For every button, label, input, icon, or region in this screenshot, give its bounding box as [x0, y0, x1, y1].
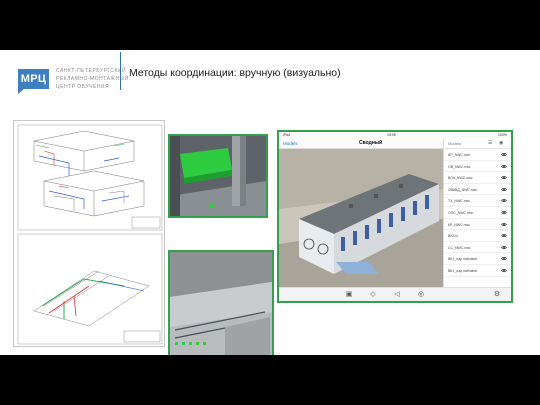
model-name: КР_NWC.nwc [448, 222, 470, 227]
pipe-rack-image [168, 250, 274, 355]
visibility-eye-icon[interactable] [501, 175, 507, 180]
logo-mark: МРЦ [18, 69, 49, 89]
logo-tail [18, 88, 25, 94]
model-row[interactable]: ВОК_NWC.nwc [444, 172, 511, 184]
model-name: ОВиВД_NWC.nwc [448, 187, 478, 192]
model-row[interactable]: ВК1_nap.nwmatob [444, 265, 511, 277]
settings-icon[interactable]: ⚙ [493, 291, 501, 299]
visibility-eye-icon[interactable] [501, 245, 507, 250]
models-panel: Models ☰ ◉ АР_NWC.nwc ОВ_NWC.nwc ВОК_NWC.n… [443, 138, 511, 287]
visibility-eye-icon[interactable] [501, 233, 507, 238]
model-name: АР_NWC.nwc [448, 153, 471, 157]
model-row[interactable]: ВК3.fz [444, 230, 511, 242]
model-name: ТХ_NWC.nwc [448, 199, 470, 204]
bottom-toolbar: ▣ ◇ ◁ ◎ ⚙ [279, 287, 511, 301]
model-name: СС_NWC.nwc [448, 245, 471, 250]
model-row[interactable]: ОВиВД_NWC.nwc [444, 184, 511, 196]
visibility-eye-icon[interactable] [501, 164, 507, 169]
back-button[interactable]: Models [283, 141, 298, 146]
logo-line: ЦЕНТР ОБУЧЕНИЯ [56, 84, 110, 90]
visibility-eye-icon[interactable] [501, 222, 507, 227]
visibility-eye-icon[interactable] [501, 268, 507, 273]
drawing-sheets-image [13, 120, 165, 347]
ipad-viewer: iPad 15:05 100% Models Сводный Models ☰ … [277, 130, 513, 303]
model-name: ОПС_NWC.nwc [448, 210, 474, 215]
model-row[interactable]: ВК1_nap.nwmatob [444, 253, 511, 265]
model-row[interactable]: АР_NWC.nwc [444, 149, 511, 161]
status-device: iPad [283, 133, 291, 137]
slide: МРЦ САНКТ-ПЕТЕРБУРГСКИЙ РЕКЛАМНО-МОНТАЖН… [0, 50, 540, 355]
model-row[interactable]: СС_NWC.nwc [444, 242, 511, 254]
list-icon[interactable]: ☰ [488, 140, 492, 146]
visibility-eye-icon[interactable] [501, 187, 507, 192]
model-list: АР_NWC.nwc ОВ_NWC.nwc ВОК_NWC.nwc ОВиВД_NWC… [444, 149, 511, 277]
nav-bar: Models Сводный [279, 138, 443, 149]
model-3d-viewport[interactable] [279, 149, 443, 287]
model-name: ВК3.fz [448, 234, 459, 239]
model-row[interactable]: ТХ_NWC.nwc [444, 195, 511, 207]
slide-title: Методы координации: вручную (визуально) [129, 67, 341, 79]
model-name: ВК1_nap.nwmatob [448, 268, 478, 273]
section-icon[interactable]: ◁ [393, 291, 401, 299]
model-row[interactable]: ОПС_NWC.nwc [444, 207, 511, 219]
logo-line: РЕКЛАМНО-МОНТАЖНЫЙ [56, 76, 129, 82]
logo-line: САНКТ-ПЕТЕРБУРГСКИЙ [56, 68, 127, 74]
measure-icon[interactable]: ◇ [369, 291, 377, 299]
models-header-label: Models [448, 141, 461, 146]
model-name: ВК1_nap.nwmatob [448, 257, 478, 262]
model-name: ОВ_NWC.nwc [448, 164, 471, 169]
visibility-eye-icon[interactable] [501, 152, 507, 157]
model-row[interactable]: ОВ_NWC.nwc [444, 161, 511, 173]
models-header: Models ☰ ◉ [444, 138, 511, 149]
clash-closeup-image [168, 134, 268, 218]
eye-toggle-all-icon[interactable]: ◉ [499, 140, 503, 146]
header-divider [120, 52, 121, 90]
model-name: ВОК_NWC.nwc [448, 176, 473, 181]
visibility-eye-icon[interactable] [501, 256, 507, 261]
logo-text: САНКТ-ПЕТЕРБУРГСКИЙ РЕКЛАМНО-МОНТАЖНЫЙ Ц… [56, 67, 130, 91]
status-time: 15:05 [387, 133, 396, 137]
home-icon[interactable]: ▣ [345, 291, 353, 299]
view-title: Сводный [359, 140, 383, 146]
status-battery: 100% [498, 133, 507, 137]
model-row[interactable]: КР_NWC.nwc [444, 219, 511, 231]
viewpoint-icon[interactable]: ◎ [417, 291, 425, 299]
visibility-eye-icon[interactable] [501, 198, 507, 203]
visibility-eye-icon[interactable] [501, 210, 507, 215]
